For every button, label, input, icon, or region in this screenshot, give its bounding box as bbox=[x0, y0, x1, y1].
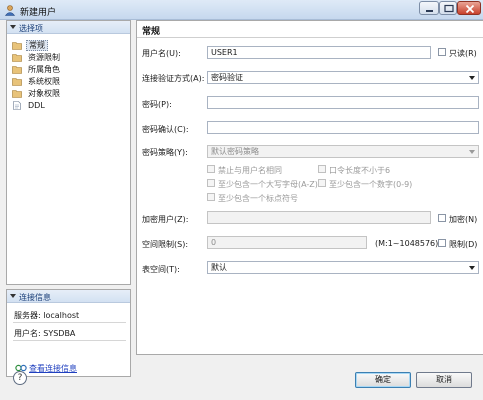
tablespace-label: 表空间(T): bbox=[142, 265, 180, 274]
app-icon bbox=[4, 5, 16, 16]
close-button[interactable] bbox=[457, 1, 481, 15]
dialog-body: 选择项 常规 资源限制 所属角色 系统权限 对象权限 DDL 连接信息 服务器:… bbox=[0, 20, 483, 400]
title-bar: 新建用户 bbox=[0, 0, 483, 20]
maximize-icon bbox=[444, 4, 454, 13]
view-connection-label: 查看连接信息 bbox=[29, 364, 77, 373]
encrypt-checkbox[interactable] bbox=[438, 214, 446, 222]
policy-option-label: 至少包含一个大写字母(A-Z) bbox=[218, 180, 318, 189]
username-label: 用户名(U): bbox=[142, 49, 181, 58]
folder-icon bbox=[12, 90, 22, 98]
nav-item-label: 资源限制 bbox=[28, 53, 60, 62]
close-icon bbox=[465, 4, 475, 14]
tablespace-select[interactable]: 默认 bbox=[207, 261, 479, 274]
divider bbox=[13, 322, 126, 323]
auth-method-value: 密码验证 bbox=[211, 73, 243, 82]
cancel-button[interactable]: 取消 bbox=[416, 372, 472, 388]
help-icon: ? bbox=[17, 373, 23, 383]
form-title: 常规 bbox=[142, 27, 161, 37]
help-button[interactable]: ? bbox=[13, 371, 27, 385]
policy-punctuation-checkbox[interactable] bbox=[207, 193, 215, 201]
username-input[interactable]: USER1 bbox=[207, 46, 431, 59]
policy-min-length-checkbox[interactable] bbox=[318, 165, 326, 173]
password-policy-value: 默认密码策略 bbox=[211, 147, 259, 156]
limit-checkbox[interactable] bbox=[438, 239, 446, 247]
server-info: 服务器: localhost bbox=[14, 311, 80, 320]
collapse-triangle-icon bbox=[10, 25, 16, 29]
folder-icon bbox=[12, 54, 22, 62]
readonly-label: 只读(R) bbox=[449, 49, 477, 58]
password-policy-select[interactable]: 默认密码策略 bbox=[207, 145, 479, 158]
nav-item-label: 常规 bbox=[26, 40, 48, 51]
nav-item-resource-limits[interactable]: 资源限制 bbox=[12, 52, 122, 63]
maximize-button[interactable] bbox=[439, 1, 457, 15]
password-input[interactable] bbox=[207, 96, 479, 109]
folder-icon bbox=[12, 78, 22, 86]
nav-item-object-privileges[interactable]: 对象权限 bbox=[12, 88, 122, 99]
encrypt-user-input[interactable] bbox=[207, 211, 431, 224]
password-confirm-input[interactable] bbox=[207, 121, 479, 134]
policy-option-label: 口令长度不小于6 bbox=[329, 166, 391, 175]
chevron-down-icon bbox=[469, 266, 475, 270]
folder-icon bbox=[12, 66, 22, 74]
readonly-checkbox[interactable] bbox=[438, 48, 446, 56]
document-icon bbox=[13, 101, 21, 110]
policy-option-label: 至少包含一个标点符号 bbox=[218, 194, 298, 203]
chevron-down-icon bbox=[469, 150, 475, 154]
policy-uppercase-checkbox[interactable] bbox=[207, 179, 215, 187]
encrypt-user-label: 加密用户(Z): bbox=[142, 215, 189, 224]
password-policy-label: 密码策略(Y): bbox=[142, 148, 188, 157]
space-limit-label: 空间限制(S): bbox=[142, 240, 189, 249]
connection-header-label: 连接信息 bbox=[19, 293, 51, 302]
auth-method-select[interactable]: 密码验证 bbox=[207, 71, 479, 84]
tablespace-value: 默认 bbox=[211, 263, 227, 272]
password-label: 密码(P): bbox=[142, 100, 172, 109]
divider bbox=[137, 37, 483, 38]
nav-item-label: 系统权限 bbox=[28, 77, 60, 86]
window-title: 新建用户 bbox=[20, 8, 57, 18]
nav-item-label: DDL bbox=[28, 101, 45, 110]
password-confirm-label: 密码确认(C): bbox=[142, 125, 189, 134]
general-form-panel: 常规 用户名(U): USER1 只读(R) 连接验证方式(A): 密码验证 密… bbox=[136, 20, 483, 355]
user-info: 用户名: SYSDBA bbox=[14, 329, 76, 338]
auth-method-label: 连接验证方式(A): bbox=[142, 74, 205, 83]
nav-item-system-privileges[interactable]: 系统权限 bbox=[12, 76, 122, 87]
nav-item-general[interactable]: 常规 bbox=[12, 40, 122, 51]
policy-option-label: 至少包含一个数字(0-9) bbox=[329, 180, 413, 189]
folder-icon bbox=[12, 42, 22, 50]
limit-label: 限制(D) bbox=[449, 240, 478, 249]
minimize-button[interactable] bbox=[419, 1, 439, 15]
policy-not-same-as-username-checkbox[interactable] bbox=[207, 165, 215, 173]
nav-header[interactable]: 选择项 bbox=[7, 21, 130, 34]
policy-digit-checkbox[interactable] bbox=[318, 179, 326, 187]
ok-button[interactable]: 确定 bbox=[355, 372, 411, 388]
nav-item-label: 对象权限 bbox=[28, 89, 60, 98]
encrypt-label: 加密(N) bbox=[449, 215, 478, 224]
space-limit-input[interactable]: 0 bbox=[207, 236, 367, 249]
nav-item-roles[interactable]: 所属角色 bbox=[12, 64, 122, 75]
nav-panel: 选择项 常规 资源限制 所属角色 系统权限 对象权限 DDL bbox=[6, 20, 131, 285]
policy-option-label: 禁止与用户名相同 bbox=[218, 166, 282, 175]
divider bbox=[13, 340, 126, 341]
minimize-icon bbox=[426, 10, 433, 12]
nav-item-ddl[interactable]: DDL bbox=[12, 100, 122, 111]
space-limit-range: (M:1~1048576) bbox=[375, 239, 439, 248]
connection-header[interactable]: 连接信息 bbox=[7, 290, 130, 303]
chevron-down-icon bbox=[469, 76, 475, 80]
nav-header-label: 选择项 bbox=[19, 24, 43, 33]
collapse-triangle-icon bbox=[10, 294, 16, 298]
nav-item-label: 所属角色 bbox=[28, 65, 60, 74]
connection-info-panel: 连接信息 服务器: localhost 用户名: SYSDBA 查看连接信息 bbox=[6, 289, 131, 377]
